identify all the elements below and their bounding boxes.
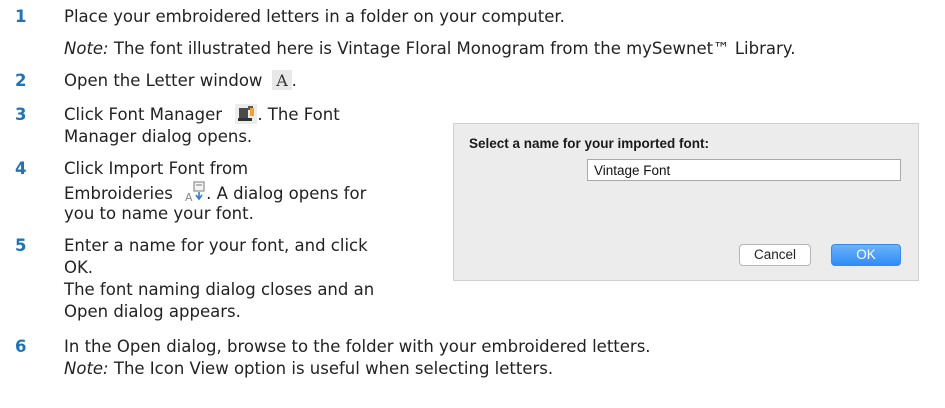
step-4-text-d: you to name your font. xyxy=(64,204,254,223)
note-1-label: Note: xyxy=(64,39,109,58)
step-1-text: Place your embroidered letters in a fold… xyxy=(64,7,565,26)
step-3-text-c: Manager dialog opens. xyxy=(64,127,253,146)
note-2-label: Note: xyxy=(64,359,109,378)
note-1-text: The font illustrated here is Vintage Flo… xyxy=(108,39,796,58)
step-2-line: Open the Letter window A . xyxy=(64,70,297,96)
step-5-text-c: The font naming dialog closes and an xyxy=(64,280,375,299)
step-5-text-a: Enter a name for your font, and click xyxy=(64,236,368,255)
step-number-4: 4 xyxy=(15,159,27,178)
note-1: Note: The font illustrated here is Vinta… xyxy=(64,38,795,60)
ok-button[interactable]: OK xyxy=(831,244,901,266)
step-4-text-b: Embroideries xyxy=(64,184,173,203)
font-name-input[interactable] xyxy=(587,159,901,181)
step-number-2: 2 xyxy=(15,71,27,90)
step-number-6: 6 xyxy=(15,337,27,356)
step-number-1: 1 xyxy=(15,7,27,26)
step-4-text-c: . A dialog opens for xyxy=(206,184,367,203)
step-5-text-d: Open dialog appears. xyxy=(64,302,241,321)
letter-a-icon: A xyxy=(271,70,292,96)
svg-text:A: A xyxy=(275,71,288,90)
step-5-text-b: OK. xyxy=(64,258,94,277)
step-6-text: In the Open dialog, browse to the folder… xyxy=(64,337,651,356)
cancel-button[interactable]: Cancel xyxy=(739,244,811,266)
dialog-title: Select a name for your imported font: xyxy=(469,136,710,151)
step-3-text-b: . The Font xyxy=(257,105,340,124)
step-2-text: Open the Letter window xyxy=(64,71,263,90)
step-4-text-a: Click Import Font from xyxy=(64,159,249,178)
font-name-dialog: Select a name for your imported font: Ca… xyxy=(453,123,919,281)
step-2-period: . xyxy=(291,71,297,90)
step-3-text-a: Click Font Manager xyxy=(64,105,223,124)
step-number-5: 5 xyxy=(15,236,27,255)
note-2-text: The Icon View option is useful when sele… xyxy=(108,359,554,378)
svg-text:A: A xyxy=(185,191,193,203)
step-number-3: 3 xyxy=(15,105,27,124)
note-2: Note: The Icon View option is useful whe… xyxy=(64,358,553,380)
